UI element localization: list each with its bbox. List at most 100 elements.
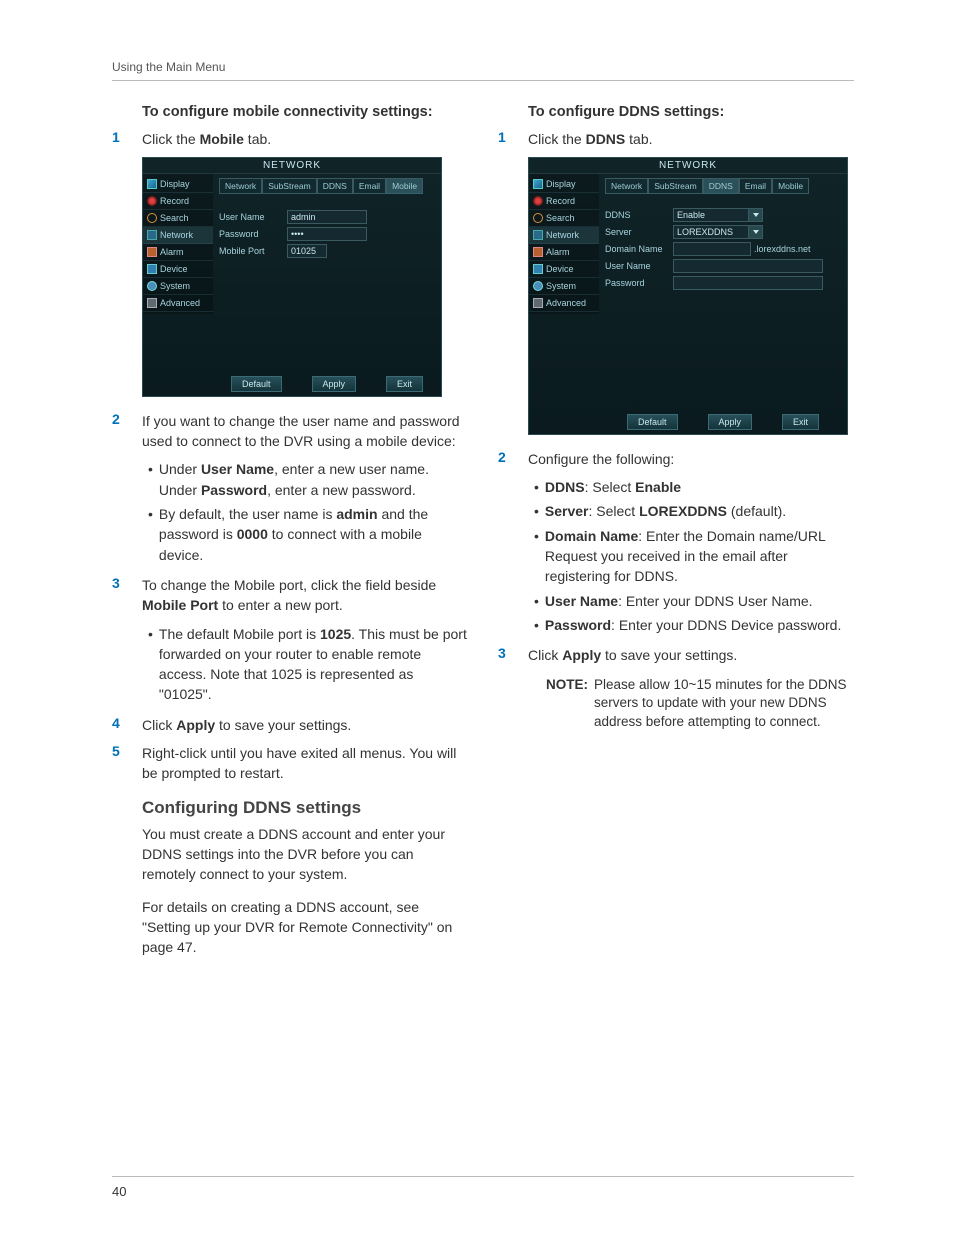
page-number: 40 <box>112 1184 126 1199</box>
sidebar-item-advanced[interactable]: Advanced <box>529 295 599 312</box>
record-icon <box>533 196 543 206</box>
step-text: Click Apply to save your settings. <box>528 645 854 665</box>
advanced-icon <box>533 298 543 308</box>
bullet-text: By default, the user name is admin and t… <box>159 504 468 565</box>
step-text: Click the DDNS tab. <box>528 129 854 149</box>
sidebar-item-advanced[interactable]: Advanced <box>143 295 213 312</box>
tab-ddns[interactable]: DDNS <box>317 178 353 194</box>
note-body: Please allow 10~15 minutes for the DDNS … <box>594 676 854 733</box>
heading-ddns: To configure DDNS settings: <box>528 103 854 123</box>
step-number: 2 <box>498 449 528 465</box>
bullet-text: Under User Name, enter a new user name. … <box>159 459 468 500</box>
network-icon <box>147 230 157 240</box>
input-domain[interactable] <box>673 242 751 256</box>
right-column: To configure DDNS settings: 1 Click the … <box>498 103 854 969</box>
label-username: User Name <box>605 261 673 271</box>
exit-button[interactable]: Exit <box>782 414 819 430</box>
chevron-down-icon[interactable] <box>749 225 763 239</box>
screenshot-mobile: NETWORK Display Record Search Network Al… <box>142 157 442 397</box>
select-server[interactable]: LOREXDDNS <box>673 225 749 239</box>
network-icon <box>533 230 543 240</box>
record-icon <box>147 196 157 206</box>
apply-button[interactable]: Apply <box>312 376 357 392</box>
step-number: 5 <box>112 743 142 759</box>
note: NOTE: Please allow 10~15 minutes for the… <box>546 676 854 733</box>
sidebar-item-record[interactable]: Record <box>529 193 599 210</box>
sidebar-item-alarm[interactable]: Alarm <box>143 244 213 261</box>
subheading-ddns: Configuring DDNS settings <box>142 798 468 818</box>
dvr-title: NETWORK <box>143 158 441 174</box>
alarm-icon <box>147 247 157 257</box>
sidebar-item-display[interactable]: Display <box>143 176 213 193</box>
step-text: Configure the following: <box>528 449 854 469</box>
bullet-text: The default Mobile port is 1025. This mu… <box>159 624 468 705</box>
sidebar-item-search[interactable]: Search <box>143 210 213 227</box>
note-label: NOTE: <box>546 676 588 733</box>
label-server: Server <box>605 227 673 237</box>
tab-email[interactable]: Email <box>739 178 772 194</box>
tab-ddns[interactable]: DDNS <box>703 178 739 194</box>
tab-email[interactable]: Email <box>353 178 386 194</box>
label-domain: Domain Name <box>605 244 673 254</box>
bullet-text: Domain Name: Enter the Domain name/URL R… <box>545 526 854 587</box>
dvr-sidebar: Display Record Search Network Alarm Devi… <box>529 174 599 314</box>
header-divider <box>112 80 854 81</box>
system-icon <box>533 281 543 291</box>
step-number: 2 <box>112 411 142 427</box>
input-username[interactable]: admin <box>287 210 367 224</box>
sidebar-item-device[interactable]: Device <box>529 261 599 278</box>
label-password: Password <box>605 278 673 288</box>
dvr-title: NETWORK <box>529 158 847 174</box>
step-number: 1 <box>498 129 528 145</box>
step-text: To change the Mobile port, click the fie… <box>142 575 468 616</box>
step-text: If you want to change the user name and … <box>142 411 468 452</box>
sidebar-item-network[interactable]: Network <box>529 227 599 244</box>
input-username[interactable] <box>673 259 823 273</box>
dvr-tabs: Network SubStream DDNS Email Mobile <box>219 178 435 194</box>
step-text: Right-click until you have exited all me… <box>142 743 468 784</box>
sidebar-item-device[interactable]: Device <box>143 261 213 278</box>
system-icon <box>147 281 157 291</box>
input-password[interactable]: •••• <box>287 227 367 241</box>
step-number: 1 <box>112 129 142 145</box>
label-username: User Name <box>219 212 287 222</box>
left-column: To configure mobile connectivity setting… <box>112 103 468 969</box>
tab-substream[interactable]: SubStream <box>648 178 703 194</box>
device-icon <box>147 264 157 274</box>
running-head: Using the Main Menu <box>112 60 854 74</box>
default-button[interactable]: Default <box>231 376 282 392</box>
input-mobile-port[interactable]: 01025 <box>287 244 327 258</box>
advanced-icon <box>147 298 157 308</box>
label-ddns: DDNS <box>605 210 673 220</box>
search-icon <box>533 213 543 223</box>
sidebar-item-alarm[interactable]: Alarm <box>529 244 599 261</box>
sidebar-item-system[interactable]: System <box>143 278 213 295</box>
bullet-text: Server: Select LOREXDDNS (default). <box>545 501 854 521</box>
sidebar-item-display[interactable]: Display <box>529 176 599 193</box>
step-number: 4 <box>112 715 142 731</box>
device-icon <box>533 264 543 274</box>
sidebar-item-system[interactable]: System <box>529 278 599 295</box>
step-number: 3 <box>112 575 142 591</box>
tab-mobile[interactable]: Mobile <box>386 178 423 194</box>
sidebar-item-record[interactable]: Record <box>143 193 213 210</box>
dvr-sidebar: Display Record Search Network Alarm Devi… <box>143 174 213 314</box>
heading-mobile: To configure mobile connectivity setting… <box>142 103 468 123</box>
display-icon <box>147 179 157 189</box>
chevron-down-icon[interactable] <box>749 208 763 222</box>
tab-mobile[interactable]: Mobile <box>772 178 809 194</box>
footer-divider <box>112 1176 854 1177</box>
input-password[interactable] <box>673 276 823 290</box>
apply-button[interactable]: Apply <box>708 414 753 430</box>
select-ddns[interactable]: Enable <box>673 208 749 222</box>
sidebar-item-network[interactable]: Network <box>143 227 213 244</box>
tab-network[interactable]: Network <box>219 178 262 194</box>
tab-network[interactable]: Network <box>605 178 648 194</box>
alarm-icon <box>533 247 543 257</box>
tab-substream[interactable]: SubStream <box>262 178 317 194</box>
exit-button[interactable]: Exit <box>386 376 423 392</box>
bullet-text: Password: Enter your DDNS Device passwor… <box>545 615 854 635</box>
sidebar-item-search[interactable]: Search <box>529 210 599 227</box>
default-button[interactable]: Default <box>627 414 678 430</box>
paragraph: For details on creating a DDNS account, … <box>142 897 468 958</box>
